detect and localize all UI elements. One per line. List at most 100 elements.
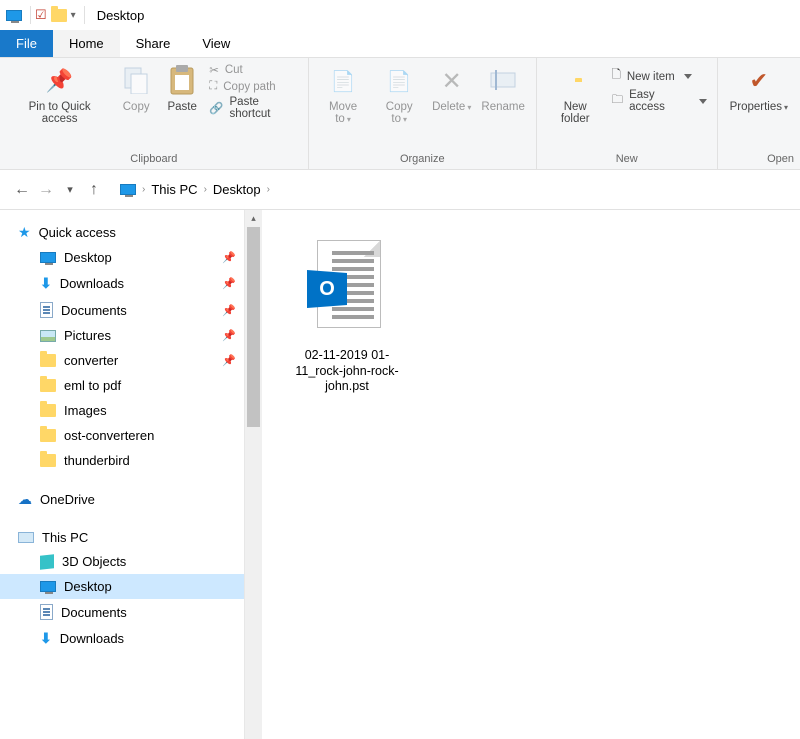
ribbon-group-organize: 📄 Move to▾ 📄 Copy to▾ ✕ Delete▾ Rename O… xyxy=(309,58,537,169)
pst-file-icon: O xyxy=(307,240,387,340)
app-icon xyxy=(6,10,22,21)
delete-icon: ✕ xyxy=(442,67,462,96)
tab-home[interactable]: Home xyxy=(53,30,120,57)
ribbon-group-open: ✔ Properties▾ Open xyxy=(718,58,800,169)
folder-icon xyxy=(40,454,56,467)
sidebar-item[interactable]: Images xyxy=(0,398,244,423)
sidebar-item[interactable]: thunderbird xyxy=(0,448,244,473)
download-icon: ⬇ xyxy=(40,275,52,292)
paste-button[interactable]: Paste xyxy=(159,61,205,117)
file-label: 02-11-2019 01-11_rock-john-rock-john.pst xyxy=(282,348,412,395)
up-button[interactable]: ↑ xyxy=(82,181,106,199)
sidebar-item[interactable]: Pictures 📌 xyxy=(0,323,244,348)
breadcrumb-desktop[interactable]: Desktop xyxy=(213,182,261,197)
group-organize-label: Organize xyxy=(315,153,530,169)
qa-check-icon[interactable]: ☑ xyxy=(35,7,47,23)
dropdown-icon xyxy=(684,74,692,79)
sidebar-item[interactable]: Documents xyxy=(0,599,244,625)
address-bar[interactable]: › This PC › Desktop › xyxy=(120,182,270,197)
3d-icon xyxy=(40,554,54,569)
sidebar-item-label: ost-converteren xyxy=(64,428,154,443)
path-icon: ⛶ xyxy=(209,80,217,93)
tab-view[interactable]: View xyxy=(186,30,246,57)
chevron-right-icon: › xyxy=(142,184,145,195)
ribbon-group-clipboard: 📌 Pin to Quick access Copy Paste ✂Cut ⛶C… xyxy=(0,58,309,169)
scroll-up-icon[interactable]: ▴ xyxy=(245,210,262,227)
new-item-button[interactable]: 🗋New item xyxy=(612,67,707,86)
sidebar-item[interactable]: 3D Objects xyxy=(0,549,244,574)
sidebar-item[interactable]: eml to pdf xyxy=(0,373,244,398)
window-title: Desktop xyxy=(97,8,145,23)
copy-label: Copy xyxy=(123,101,150,113)
monitor-icon xyxy=(40,252,56,263)
sidebar-item[interactable]: Desktop 📌 xyxy=(0,245,244,270)
pin-icon: 📌 xyxy=(222,329,236,342)
forward-button[interactable]: → xyxy=(34,181,58,199)
paste-shortcut-button[interactable]: 🔗Paste shortcut xyxy=(209,96,297,120)
sidebar-item[interactable]: ⬇Downloads📌 xyxy=(0,270,244,297)
copy-icon xyxy=(123,66,149,97)
paste-label: Paste xyxy=(167,101,196,113)
pin-icon: 📌 xyxy=(46,68,73,94)
quick-access-header[interactable]: ★ Quick access xyxy=(0,220,244,245)
ribbon-group-new: New folder 🗋New item 🗀Easy access New xyxy=(537,58,718,169)
sidebar-item[interactable]: Desktop xyxy=(0,574,244,599)
move-icon: 📄 xyxy=(331,69,356,94)
new-item-icon: 🗋 xyxy=(612,67,621,86)
pin-icon: 📌 xyxy=(222,304,236,317)
picture-icon xyxy=(40,330,56,342)
cloud-icon: ☁ xyxy=(18,491,32,508)
rename-button[interactable]: Rename xyxy=(476,61,529,117)
breadcrumb-this-pc[interactable]: This PC xyxy=(151,182,197,197)
cut-button[interactable]: ✂Cut xyxy=(209,63,297,77)
sidebar-item-label: Desktop xyxy=(64,579,112,594)
copy-to-button[interactable]: 📄 Copy to▾ xyxy=(371,61,427,129)
sidebar-item-label: Pictures xyxy=(64,328,111,343)
properties-button[interactable]: ✔ Properties▾ xyxy=(724,61,794,117)
shortcut-icon: 🔗 xyxy=(209,101,223,115)
pin-label: Pin to Quick access xyxy=(12,101,107,125)
sidebar-item-label: Images xyxy=(64,403,107,418)
navigation-pane: ★ Quick access Desktop📌⬇Downloads📌Docume… xyxy=(0,210,245,739)
qa-dropdown-icon[interactable]: ▾ xyxy=(71,10,76,21)
new-folder-button[interactable]: New folder xyxy=(543,61,608,129)
delete-button[interactable]: ✕ Delete▾ xyxy=(427,61,476,117)
easy-access-button[interactable]: 🗀Easy access xyxy=(612,89,707,113)
sidebar-item[interactable]: ⬇Downloads xyxy=(0,625,244,652)
nav-bar: ← → ▾ ↑ › This PC › Desktop › xyxy=(0,170,800,210)
dropdown-icon xyxy=(699,99,707,104)
pin-to-quick-access-button[interactable]: 📌 Pin to Quick access xyxy=(6,61,113,129)
folder-icon xyxy=(40,354,56,367)
folder-icon xyxy=(40,379,56,392)
location-folder-icon[interactable] xyxy=(51,9,67,22)
nav-scrollbar[interactable]: ▴ xyxy=(245,210,262,739)
sidebar-item-label: Desktop xyxy=(64,250,112,265)
sidebar-item-label: Downloads xyxy=(60,631,124,646)
onedrive-header[interactable]: ☁ OneDrive xyxy=(0,487,244,512)
group-open-label: Open xyxy=(724,153,794,169)
rename-icon xyxy=(490,69,516,94)
sidebar-item[interactable]: ost-converteren xyxy=(0,423,244,448)
sidebar-item-label: 3D Objects xyxy=(62,554,126,569)
recent-dropdown[interactable]: ▾ xyxy=(58,183,82,196)
copy-path-button[interactable]: ⛶Copy path xyxy=(209,80,297,93)
scissors-icon: ✂ xyxy=(209,63,219,77)
move-to-button[interactable]: 📄 Move to▾ xyxy=(315,61,372,129)
check-icon: ✔ xyxy=(750,68,768,94)
tab-share[interactable]: Share xyxy=(120,30,187,57)
location-icon xyxy=(120,184,136,195)
content-pane[interactable]: O 02-11-2019 01-11_rock-john-rock-john.ps… xyxy=(262,210,800,739)
back-button[interactable]: ← xyxy=(10,181,34,199)
sidebar-item[interactable]: converter📌 xyxy=(0,348,244,373)
pc-icon xyxy=(18,532,34,543)
sidebar-item-label: Downloads xyxy=(60,276,124,291)
copy-button[interactable]: Copy xyxy=(113,61,159,117)
scroll-thumb[interactable] xyxy=(247,227,260,427)
tab-file[interactable]: File xyxy=(0,30,53,57)
pin-icon: 📌 xyxy=(222,354,236,367)
sidebar-item[interactable]: Documents📌 xyxy=(0,297,244,323)
title-bar: ☑ ▾ Desktop xyxy=(0,0,800,30)
file-item[interactable]: O 02-11-2019 01-11_rock-john-rock-john.ps… xyxy=(282,240,412,395)
this-pc-header[interactable]: This PC xyxy=(0,526,244,549)
pin-icon: 📌 xyxy=(222,251,236,264)
